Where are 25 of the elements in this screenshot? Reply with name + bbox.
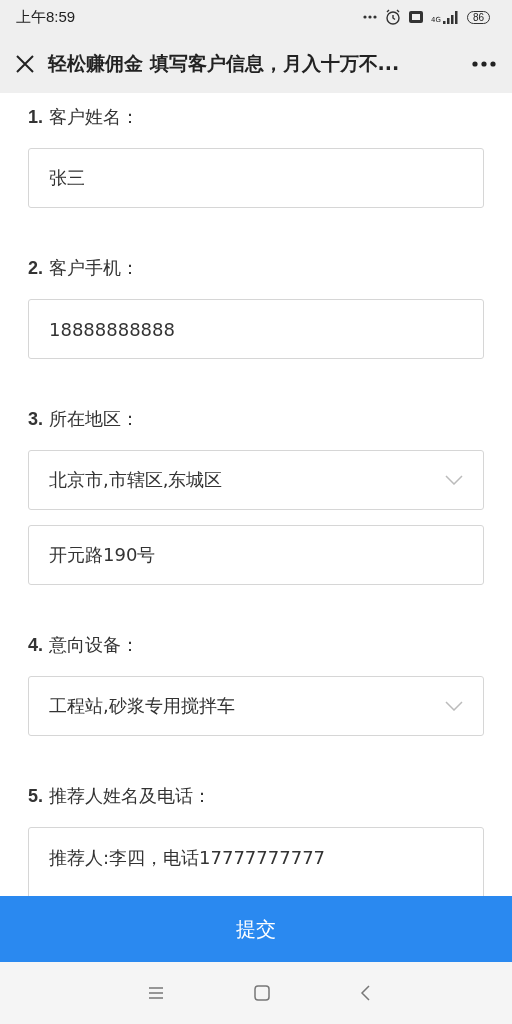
input-field[interactable]: 张三 — [28, 148, 484, 208]
signal-icon — [442, 10, 459, 24]
hd-icon — [409, 11, 423, 23]
menu-icon[interactable] — [148, 986, 164, 1000]
chevron-down-icon — [445, 475, 463, 485]
page-title: 轻松赚佣金 填写客户信息，月入十万不... — [48, 50, 401, 76]
field-label: 5. 推荐人姓名及电话： — [28, 784, 212, 808]
field-label: 4. 意向设备： — [28, 633, 140, 657]
field-label: 3. 所在地区： — [28, 407, 140, 431]
home-icon[interactable] — [254, 985, 270, 1001]
more-icon[interactable] — [472, 60, 496, 67]
input-field[interactable]: 开元路190号 — [28, 525, 484, 585]
field-label: 1. 客户姓名： — [28, 105, 140, 129]
chevron-down-icon — [445, 701, 463, 711]
text-area[interactable]: 推荐人:李四，电话17777777777 — [28, 827, 484, 896]
status-time: 上午8:59 — [16, 7, 77, 27]
close-icon[interactable] — [16, 54, 34, 73]
alarm-icon — [385, 9, 401, 25]
submit-button[interactable]: 提交 — [0, 896, 512, 962]
select-field[interactable]: 工程站,砂浆专用搅拌车 — [28, 676, 484, 736]
back-icon[interactable] — [360, 985, 370, 1001]
input-field[interactable]: 18888888888 — [28, 299, 484, 359]
more-dots-icon — [363, 15, 377, 19]
select-field[interactable]: 北京市,市辖区,东城区 — [28, 450, 484, 510]
field-label: 2. 客户手机： — [28, 256, 140, 280]
